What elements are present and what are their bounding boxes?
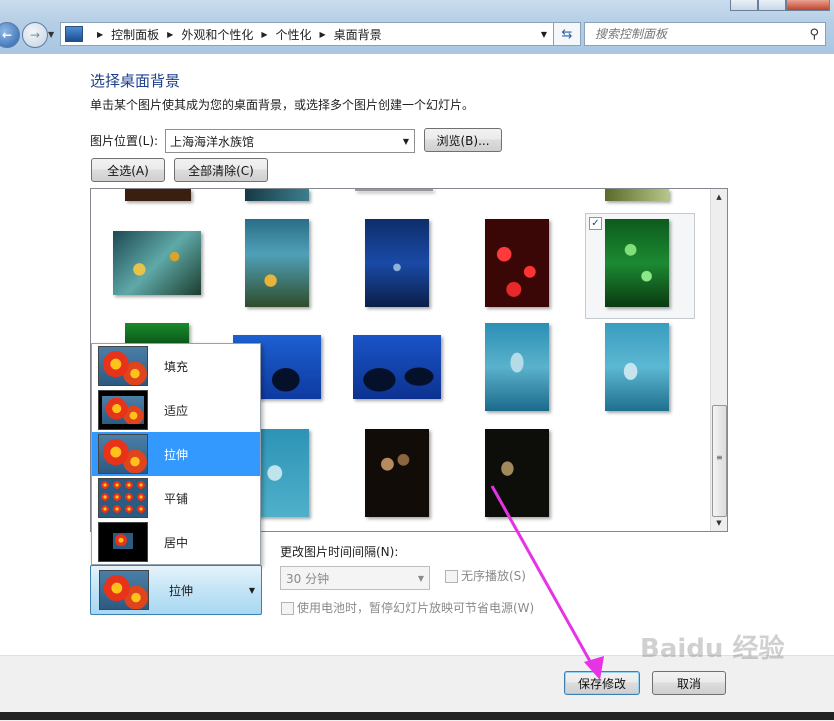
annotation-arrow-line	[490, 485, 598, 673]
annotation-arrow	[490, 485, 604, 680]
annotation-arrow-head	[584, 656, 604, 680]
